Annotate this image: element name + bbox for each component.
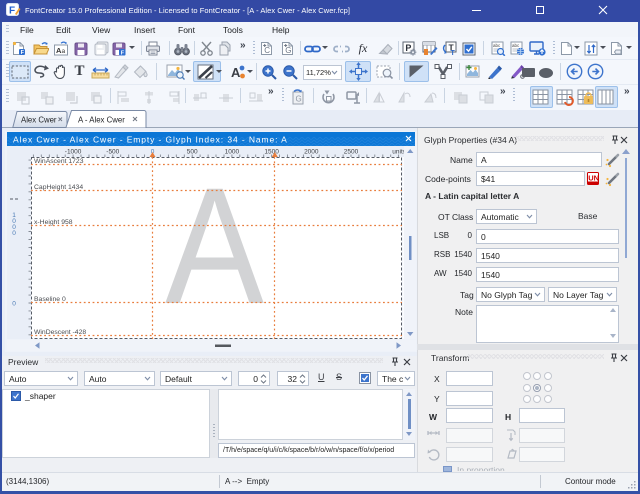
svg-text:WinDescent -428: WinDescent -428 (34, 329, 86, 336)
svg-text:A: A (231, 65, 241, 80)
svg-text:-500: -500 (106, 149, 119, 156)
svg-text:a: a (61, 48, 65, 55)
svg-text:-1000: -1000 (65, 149, 82, 156)
svg-text:abc: abc (493, 43, 501, 48)
svg-text:UN: UN (588, 174, 599, 183)
svg-text:Alex Cwer: Alex Cwer (21, 116, 57, 125)
svg-text:F: F (9, 6, 15, 17)
svg-text:2500: 2500 (344, 149, 359, 156)
svg-text:CapHeight 1434: CapHeight 1434 (34, 184, 83, 191)
svg-text:1500: 1500 (264, 149, 279, 156)
svg-text:abc: abc (512, 43, 520, 48)
svg-text:Alex Cwer - Alex Cwer - Empty: Alex Cwer - Alex Cwer - Empty - Glyph In… (13, 135, 288, 145)
svg-text:2000: 2000 (304, 149, 319, 156)
svg-text:A: A (165, 154, 264, 339)
svg-text:x-Height 958: x-Height 958 (34, 219, 73, 226)
svg-text:Baseline 0: Baseline 0 (34, 296, 66, 303)
svg-text:0: 0 (12, 230, 16, 237)
svg-text:T: T (451, 50, 456, 56)
svg-text:C: C (264, 46, 270, 55)
svg-text:WinAscent 1723: WinAscent 1723 (34, 158, 84, 165)
svg-text:0: 0 (12, 301, 16, 308)
svg-text:G: G (285, 46, 291, 55)
svg-text:G: G (296, 95, 302, 104)
svg-text:A - Alex Cwer: A - Alex Cwer (78, 116, 125, 125)
